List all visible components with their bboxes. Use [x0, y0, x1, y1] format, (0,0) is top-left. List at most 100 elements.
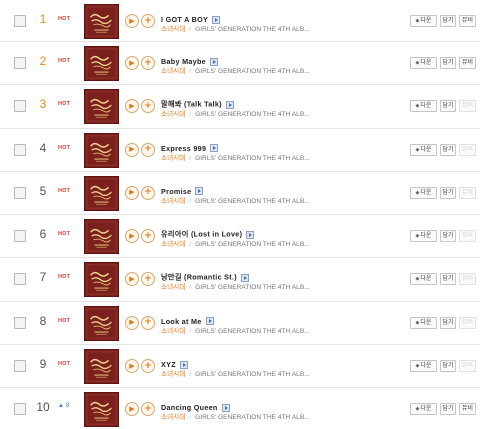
- album-link[interactable]: GIRLS' GENERATION THE 4TH ALB...: [195, 68, 310, 75]
- artist-link[interactable]: 소녀시대: [161, 68, 185, 75]
- album-art-image: [85, 133, 118, 167]
- download-button[interactable]: ◆다운: [410, 57, 437, 69]
- meta-separator: /: [189, 241, 192, 249]
- plus-icon: +: [144, 273, 152, 284]
- put-button[interactable]: 담기: [440, 15, 456, 27]
- meta-separator: /: [189, 414, 192, 422]
- rank-number: 7: [39, 270, 47, 285]
- select-checkbox[interactable]: [14, 403, 26, 416]
- music-video-button[interactable]: 뮤비: [459, 57, 476, 69]
- select-checkbox[interactable]: [14, 273, 26, 286]
- put-button[interactable]: 담기: [440, 100, 456, 113]
- rank-number: 6: [39, 227, 47, 242]
- add-to-playlist-button[interactable]: +: [141, 272, 155, 287]
- album-cover[interactable]: [84, 4, 119, 39]
- add-to-playlist-button[interactable]: +: [141, 185, 155, 200]
- put-button[interactable]: 담기: [440, 57, 456, 69]
- download-button[interactable]: ◆다운: [410, 143, 437, 156]
- music-video-button[interactable]: 뮤비: [459, 403, 476, 416]
- select-checkbox[interactable]: [14, 230, 26, 243]
- select-checkbox[interactable]: [14, 143, 26, 156]
- play-button[interactable]: ▶: [125, 315, 139, 330]
- album-link[interactable]: GIRLS' GENERATION THE 4TH ALB...: [195, 284, 310, 291]
- download-button[interactable]: ◆다운: [410, 100, 437, 113]
- album-link[interactable]: GIRLS' GENERATION THE 4TH ALB...: [195, 198, 310, 205]
- put-button[interactable]: 담기: [440, 230, 456, 243]
- album-cover[interactable]: [84, 305, 119, 341]
- play-button[interactable]: ▶: [125, 402, 139, 417]
- add-to-playlist-button[interactable]: +: [141, 56, 155, 70]
- rank-number: 8: [39, 313, 47, 328]
- download-button[interactable]: ◆다운: [410, 15, 437, 27]
- add-to-playlist-button[interactable]: +: [141, 99, 155, 114]
- play-button[interactable]: ▶: [125, 14, 139, 28]
- add-to-playlist-button[interactable]: +: [141, 402, 155, 417]
- album-cover[interactable]: [84, 349, 119, 385]
- artist-link[interactable]: 소녀시대: [161, 284, 185, 291]
- music-video-button[interactable]: 뮤비: [459, 15, 476, 27]
- download-button[interactable]: ◆다운: [410, 360, 437, 373]
- play-button[interactable]: ▶: [125, 272, 139, 287]
- row-actions: ◆다운 담기 뮤비: [410, 186, 479, 199]
- select-checkbox[interactable]: [14, 186, 26, 199]
- play-button[interactable]: ▶: [125, 185, 139, 200]
- album-link[interactable]: GIRLS' GENERATION THE 4TH ALB...: [195, 414, 310, 421]
- download-button[interactable]: ◆다운: [410, 273, 437, 286]
- add-to-playlist-button[interactable]: +: [141, 142, 155, 157]
- album-cover[interactable]: [84, 175, 119, 211]
- play-button[interactable]: ▶: [125, 142, 139, 157]
- artist-link[interactable]: 소녀시대: [161, 371, 185, 378]
- put-button[interactable]: 담기: [440, 186, 456, 199]
- song-title-line: Baby Maybe: [161, 51, 218, 66]
- download-button[interactable]: ◆다운: [410, 230, 437, 243]
- put-button[interactable]: 담기: [440, 403, 456, 416]
- album-cover[interactable]: [84, 89, 119, 125]
- put-button[interactable]: 담기: [440, 273, 456, 286]
- song-title-line: Look at Me: [161, 311, 214, 326]
- album-cover[interactable]: [84, 219, 119, 255]
- album-cover[interactable]: [84, 132, 119, 168]
- song-row: 8 HOT ▶ + Look at Me 소녀시대 / GIRLS' GENERAT…: [0, 302, 480, 346]
- select-checkbox[interactable]: [14, 15, 26, 27]
- rank-status-badge: HOT: [58, 361, 71, 368]
- artist-link[interactable]: 소녀시대: [161, 414, 185, 421]
- music-video-button: 뮤비: [459, 230, 476, 243]
- album-cover[interactable]: [84, 262, 119, 298]
- album-link[interactable]: GIRLS' GENERATION THE 4TH ALB...: [195, 111, 310, 118]
- album-link[interactable]: GIRLS' GENERATION THE 4TH ALB...: [195, 155, 310, 162]
- play-button[interactable]: ▶: [125, 99, 139, 114]
- select-checkbox[interactable]: [14, 316, 26, 329]
- artist-link[interactable]: 소녀시대: [161, 328, 185, 335]
- play-button[interactable]: ▶: [125, 359, 139, 374]
- add-to-playlist-button[interactable]: +: [141, 359, 155, 374]
- select-checkbox[interactable]: [14, 100, 26, 113]
- album-link[interactable]: GIRLS' GENERATION THE 4TH ALB...: [195, 241, 310, 248]
- put-button[interactable]: 담기: [440, 316, 456, 329]
- play-icon: ▶: [129, 58, 135, 67]
- put-button[interactable]: 담기: [440, 143, 456, 156]
- album-cover[interactable]: [84, 392, 119, 428]
- play-button[interactable]: ▶: [125, 229, 139, 244]
- album-link[interactable]: GIRLS' GENERATION THE 4TH ALB...: [195, 328, 310, 335]
- select-checkbox[interactable]: [14, 57, 26, 69]
- meta-separator: /: [189, 197, 192, 205]
- artist-link[interactable]: 소녀시대: [161, 26, 185, 33]
- album-link[interactable]: GIRLS' GENERATION THE 4TH ALB...: [195, 26, 310, 33]
- add-to-playlist-button[interactable]: +: [141, 315, 155, 330]
- download-button[interactable]: ◆다운: [410, 186, 437, 199]
- add-to-playlist-button[interactable]: +: [141, 14, 155, 28]
- artist-link[interactable]: 소녀시대: [161, 198, 185, 205]
- artist-link[interactable]: 소녀시대: [161, 155, 185, 162]
- meta-separator: /: [189, 371, 192, 379]
- select-checkbox[interactable]: [14, 360, 26, 373]
- put-button[interactable]: 담기: [440, 360, 456, 373]
- add-to-playlist-button[interactable]: +: [141, 229, 155, 244]
- play-button[interactable]: ▶: [125, 56, 139, 70]
- download-button[interactable]: ◆다운: [410, 316, 437, 329]
- artist-link[interactable]: 소녀시대: [161, 111, 185, 118]
- artist-link[interactable]: 소녀시대: [161, 241, 185, 248]
- album-link[interactable]: GIRLS' GENERATION THE 4TH ALB...: [195, 371, 310, 378]
- meta-separator: /: [189, 284, 192, 292]
- album-cover[interactable]: [84, 46, 119, 81]
- download-button[interactable]: ◆다운: [410, 403, 437, 416]
